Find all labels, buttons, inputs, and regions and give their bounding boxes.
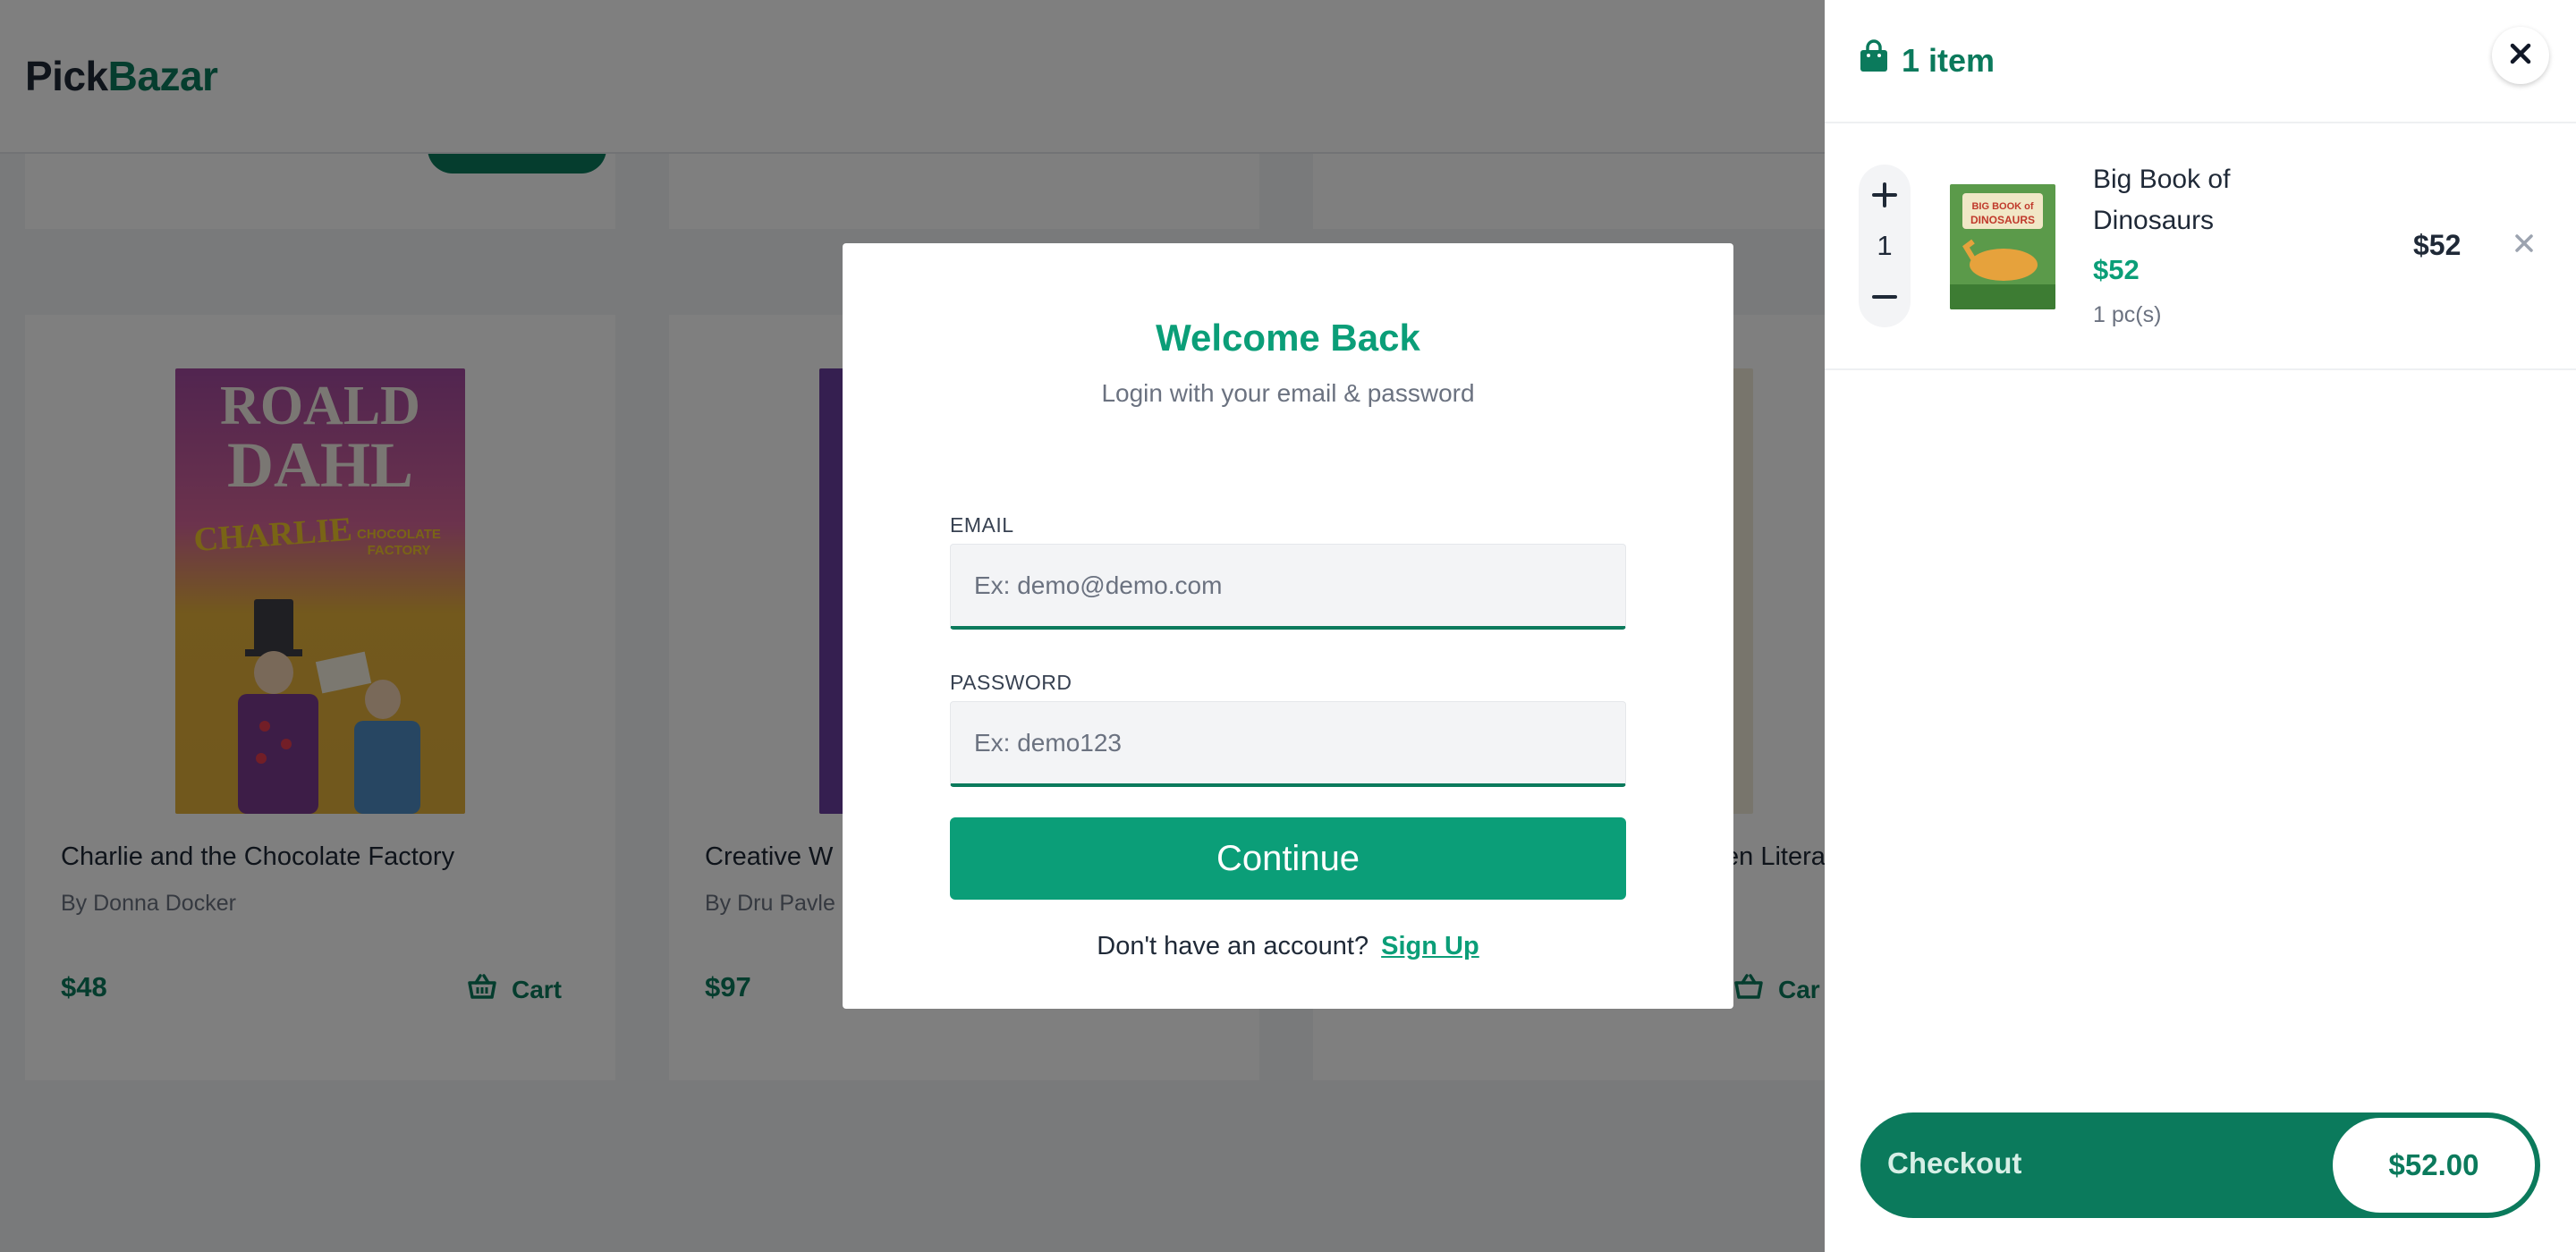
signup-link[interactable]: Sign Up (1381, 932, 1479, 960)
email-input[interactable] (951, 545, 1625, 626)
svg-text:DINOSAURS: DINOSAURS (1970, 214, 2035, 226)
cart-item-name: Big Book of Dinosaurs (2093, 165, 2231, 235)
quantity-value: 1 (1877, 230, 1893, 261)
login-modal: Welcome Back Login with your email & pas… (843, 243, 1733, 1009)
cart-count-label: 1 item (1902, 41, 1996, 79)
email-label: EMAIL (950, 513, 1014, 537)
checkout-total: $52.00 (2333, 1118, 2535, 1213)
cart-item-pcs: 1 pc(s) (2093, 302, 2162, 327)
password-label: PASSWORD (950, 671, 1072, 694)
cart-item-unit-price: $52 (2093, 254, 2140, 285)
modal-title: Welcome Back (1156, 317, 1420, 359)
shopping-bag-icon (1859, 39, 1889, 81)
signup-row: Don't have an account? Sign Up (843, 932, 1733, 961)
cart-item: 1 BIG BOOK of DINOSAURS Big Book of Dino… (1825, 123, 2576, 370)
remove-icon[interactable] (2506, 225, 2542, 261)
cart-item-total: $52 (2413, 229, 2462, 261)
quantity-stepper: 1 (1859, 165, 1911, 327)
cart-item-thumbnail: BIG BOOK of DINOSAURS (1950, 184, 2055, 309)
svg-text:BIG BOOK of: BIG BOOK of (1971, 201, 2033, 212)
checkout-label: Checkout (1887, 1146, 2022, 1180)
cart-count: 1 item (1859, 39, 1995, 81)
close-icon (2509, 42, 2532, 70)
signup-prompt: Don't have an account? (1097, 932, 1369, 960)
checkout-button[interactable]: Checkout $52.00 (1860, 1112, 2540, 1218)
email-field-wrapper (950, 544, 1626, 630)
cart-header: 1 item (1825, 0, 2576, 123)
minus-icon[interactable] (1867, 279, 1902, 315)
cart-drawer: 1 item 1 BIG BOOK of DINOSAURS Big Book … (1825, 0, 2576, 1252)
continue-button[interactable]: Continue (950, 817, 1626, 900)
password-field-wrapper (950, 701, 1626, 787)
password-input[interactable] (951, 702, 1625, 783)
close-drawer-button[interactable] (2492, 27, 2549, 84)
modal-subtitle: Login with your email & password (1101, 379, 1475, 407)
plus-icon[interactable] (1867, 177, 1902, 213)
